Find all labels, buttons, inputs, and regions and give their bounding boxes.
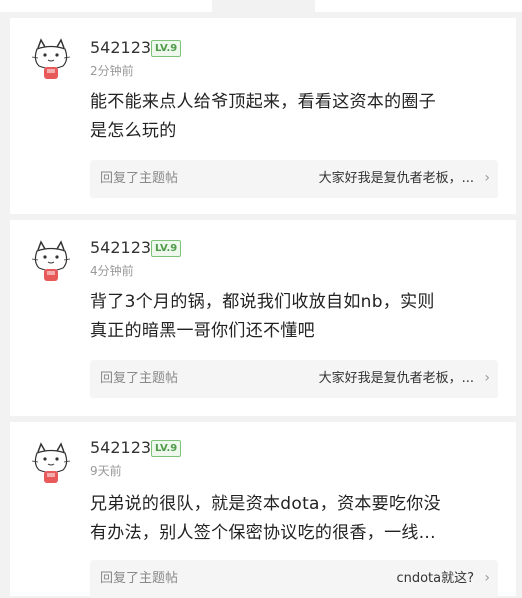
post-content-line: 真正的暗黑一哥你们还不懂吧	[90, 321, 315, 341]
post-card[interactable]: 542123 LV.9 2分钟前 能不能来点人给爷顶起来，看看这资本的圈子 是怎…	[10, 18, 516, 214]
reply-topic-title: 大家好我是复仇者老板，...	[318, 171, 474, 186]
chevron-right-icon: ›	[484, 370, 490, 386]
chevron-right-icon: ›	[484, 170, 490, 186]
reply-topic-link[interactable]: 回复了主题帖 cndota就这? ›	[90, 560, 498, 598]
post-card[interactable]: 542123 LV.9 4分钟前 背了3个月的锅，都说我们收放自如nb，实则 真…	[10, 220, 516, 416]
top-strip	[0, 0, 522, 12]
post-content: 兄弟说的很队，就是资本dota，资本要吃你没 有办法，别人签个保密协议吃的很香，…	[90, 490, 500, 548]
reply-topic-link[interactable]: 回复了主题帖 大家好我是复仇者老板，... ›	[90, 160, 498, 198]
reply-label: 回复了主题帖	[100, 571, 179, 586]
post-content: 背了3个月的锅，都说我们收放自如nb，实则 真正的暗黑一哥你们还不懂吧	[90, 288, 500, 346]
cat-avatar-icon[interactable]	[26, 440, 76, 490]
reply-label: 回复了主题帖	[100, 171, 179, 186]
post-content-line: 有办法，别人签个保密协议吃的很香，一线...	[90, 523, 436, 543]
cat-avatar-icon[interactable]	[26, 36, 76, 86]
post-content-line: 兄弟说的很队，就是资本dota，资本要吃你没	[90, 494, 441, 514]
post-content: 能不能来点人给爷顶起来，看看这资本的圈子 是怎么玩的	[90, 88, 500, 146]
reply-topic-link[interactable]: 回复了主题帖 大家好我是复仇者老板，... ›	[90, 360, 498, 398]
level-badge: LV.9	[151, 40, 182, 57]
level-badge: LV.9	[151, 240, 182, 257]
username[interactable]: 542123	[90, 438, 151, 458]
reply-topic-title: cndota就这?	[396, 571, 474, 586]
post-time: 9天前	[90, 464, 122, 478]
username[interactable]: 542123	[90, 38, 151, 58]
level-badge: LV.9	[151, 440, 182, 457]
post-card[interactable]: 542123 LV.9 9天前 兄弟说的很队，就是资本dota，资本要吃你没 有…	[10, 422, 516, 598]
post-time: 4分钟前	[90, 264, 134, 278]
reply-label: 回复了主题帖	[100, 371, 179, 386]
top-strip-segment	[0, 0, 212, 12]
cat-avatar-icon[interactable]	[26, 238, 76, 288]
post-content-line: 是怎么玩的	[90, 121, 177, 141]
post-time: 2分钟前	[90, 64, 134, 78]
username[interactable]: 542123	[90, 238, 151, 258]
post-content-line: 能不能来点人给爷顶起来，看看这资本的圈子	[90, 92, 436, 112]
top-strip-segment	[315, 0, 522, 12]
chevron-right-icon: ›	[484, 570, 490, 586]
reply-topic-title: 大家好我是复仇者老板，...	[318, 371, 474, 386]
post-content-line: 背了3个月的锅，都说我们收放自如nb，实则	[90, 292, 435, 312]
